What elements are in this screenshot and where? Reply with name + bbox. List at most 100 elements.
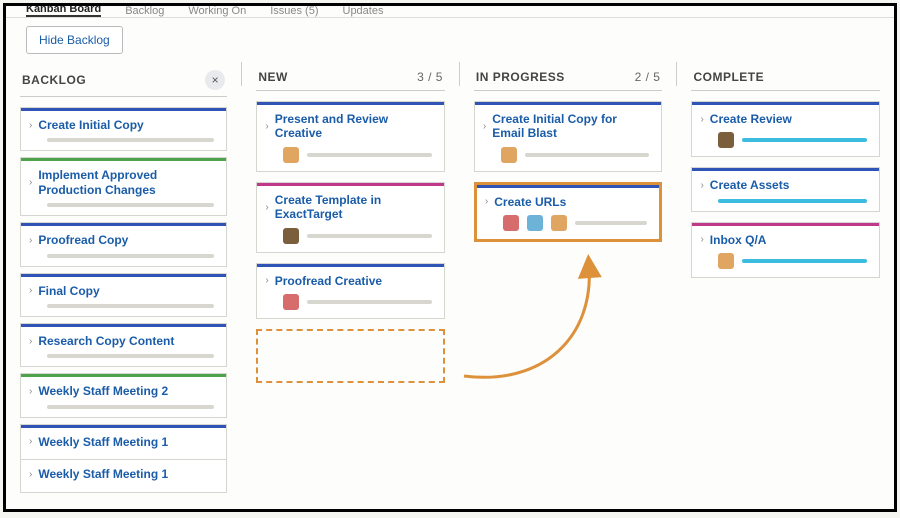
progress-bar	[742, 138, 867, 142]
chevron-right-icon: ›	[700, 114, 703, 125]
column-separator	[459, 62, 460, 86]
column-title: BACKLOG	[22, 73, 86, 87]
column-count: 2 / 5	[635, 70, 661, 84]
chevron-right-icon: ›	[29, 177, 32, 188]
backlog-card[interactable]: › Weekly Staff Meeting 1	[20, 459, 227, 492]
progress-bar	[718, 199, 867, 203]
backlog-card[interactable]: › Final Copy	[20, 273, 227, 317]
chevron-right-icon: ›	[29, 235, 32, 246]
progress-bar	[742, 259, 867, 263]
backlog-card[interactable]: › Implement Approved Production Changes	[20, 157, 227, 216]
chevron-right-icon: ›	[29, 469, 32, 480]
task-card[interactable]: › Create Assets	[691, 167, 880, 211]
tab-backlog[interactable]: Backlog	[125, 6, 164, 17]
chevron-right-icon: ›	[265, 121, 268, 132]
backlog-card[interactable]: › Proofread Copy	[20, 222, 227, 266]
card-title: Final Copy	[38, 284, 99, 298]
backlog-card[interactable]: › Weekly Staff Meeting 2	[20, 373, 227, 417]
task-card[interactable]: › Inbox Q/A	[691, 222, 880, 278]
card-title: Proofread Copy	[38, 233, 128, 247]
chevron-right-icon: ›	[265, 275, 268, 286]
backlog-card[interactable]: › Weekly Staff Meeting 1	[20, 424, 227, 459]
task-card[interactable]: › Proofread Creative	[256, 263, 445, 319]
column-separator	[241, 62, 242, 86]
column-complete: COMPLETE › Create Review › Create Assets ›…	[691, 66, 880, 493]
tab-issues[interactable]: Issues (5)	[270, 6, 318, 17]
column-separator	[676, 62, 677, 86]
column-header-complete: COMPLETE	[691, 66, 880, 91]
progress-bar	[307, 234, 432, 238]
avatar-icon	[503, 215, 519, 231]
column-title: COMPLETE	[693, 70, 764, 84]
drop-placeholder[interactable]	[256, 329, 445, 383]
avatar-icon	[283, 294, 299, 310]
backlog-card[interactable]: › Research Copy Content	[20, 323, 227, 367]
progress-bar	[47, 138, 214, 142]
close-icon[interactable]: ×	[205, 70, 225, 90]
task-card[interactable]: › Create Template in ExactTarget	[256, 182, 445, 253]
top-tabs: Kanban Board Backlog Working On Issues (…	[6, 6, 894, 18]
avatar-icon	[283, 147, 299, 163]
chevron-right-icon: ›	[700, 234, 703, 245]
app-frame: Kanban Board Backlog Working On Issues (…	[3, 3, 897, 512]
avatar-icon	[718, 253, 734, 269]
card-title: Implement Approved Production Changes	[38, 168, 216, 197]
card-title: Present and Review Creative	[275, 112, 434, 141]
task-card[interactable]: › Create Review	[691, 101, 880, 157]
column-header-in-progress: IN PROGRESS 2 / 5	[474, 66, 663, 91]
avatar-icon	[527, 215, 543, 231]
progress-bar	[575, 221, 648, 225]
progress-bar	[47, 254, 214, 258]
toolbar-row: Hide Backlog	[6, 18, 894, 66]
column-title: IN PROGRESS	[476, 70, 565, 84]
chevron-right-icon: ›	[485, 196, 488, 207]
card-title: Proofread Creative	[275, 274, 382, 288]
hide-backlog-button[interactable]: Hide Backlog	[26, 26, 123, 54]
column-count: 3 / 5	[417, 70, 443, 84]
card-title: Create Initial Copy for Email Blast	[492, 112, 651, 141]
task-card[interactable]: › Present and Review Creative	[256, 101, 445, 172]
chevron-right-icon: ›	[29, 285, 32, 296]
backlog-card-list: › Create Initial Copy › Implement Approved…	[20, 107, 227, 493]
chevron-right-icon: ›	[29, 386, 32, 397]
card-title: Weekly Staff Meeting 1	[38, 467, 168, 481]
progress-bar	[525, 153, 650, 157]
task-card-highlighted[interactable]: › Create URLs	[474, 182, 663, 242]
avatar-icon	[501, 147, 517, 163]
chevron-right-icon: ›	[265, 202, 268, 213]
backlog-card[interactable]: › Create Initial Copy	[20, 107, 227, 151]
column-backlog: BACKLOG × › Create Initial Copy › Implemen…	[20, 66, 227, 493]
avatar-icon	[283, 228, 299, 244]
avatar-icon	[718, 132, 734, 148]
chevron-right-icon: ›	[29, 120, 32, 131]
card-title: Research Copy Content	[38, 334, 174, 348]
chevron-right-icon: ›	[483, 121, 486, 132]
task-card[interactable]: › Create Initial Copy for Email Blast	[474, 101, 663, 172]
progress-bar	[47, 304, 214, 308]
tab-updates[interactable]: Updates	[343, 6, 384, 17]
column-header-new: NEW 3 / 5	[256, 66, 445, 91]
chevron-right-icon: ›	[700, 180, 703, 191]
progress-bar	[307, 153, 432, 157]
progress-bar	[47, 405, 214, 409]
card-title: Create Template in ExactTarget	[275, 193, 434, 222]
chevron-right-icon: ›	[29, 436, 32, 447]
chevron-right-icon: ›	[29, 336, 32, 347]
card-title: Weekly Staff Meeting 2	[38, 384, 168, 398]
card-title: Create Assets	[710, 178, 790, 192]
progress-bar	[47, 354, 214, 358]
card-title: Create Initial Copy	[38, 118, 143, 132]
card-title: Weekly Staff Meeting 1	[38, 435, 168, 449]
kanban-board: BACKLOG × › Create Initial Copy › Implemen…	[6, 66, 894, 507]
column-in-progress: IN PROGRESS 2 / 5 › Create Initial Copy f…	[474, 66, 663, 493]
tab-kanban-board[interactable]: Kanban Board	[26, 6, 101, 17]
column-new: NEW 3 / 5 › Present and Review Creative ›…	[256, 66, 445, 493]
column-header-backlog: BACKLOG ×	[20, 66, 227, 97]
progress-bar	[307, 300, 432, 304]
card-title: Inbox Q/A	[710, 233, 767, 247]
card-title: Create Review	[710, 112, 792, 126]
avatar-icon	[551, 215, 567, 231]
tab-working-on[interactable]: Working On	[188, 6, 246, 17]
column-title: NEW	[258, 70, 288, 84]
card-title: Create URLs	[494, 195, 566, 209]
